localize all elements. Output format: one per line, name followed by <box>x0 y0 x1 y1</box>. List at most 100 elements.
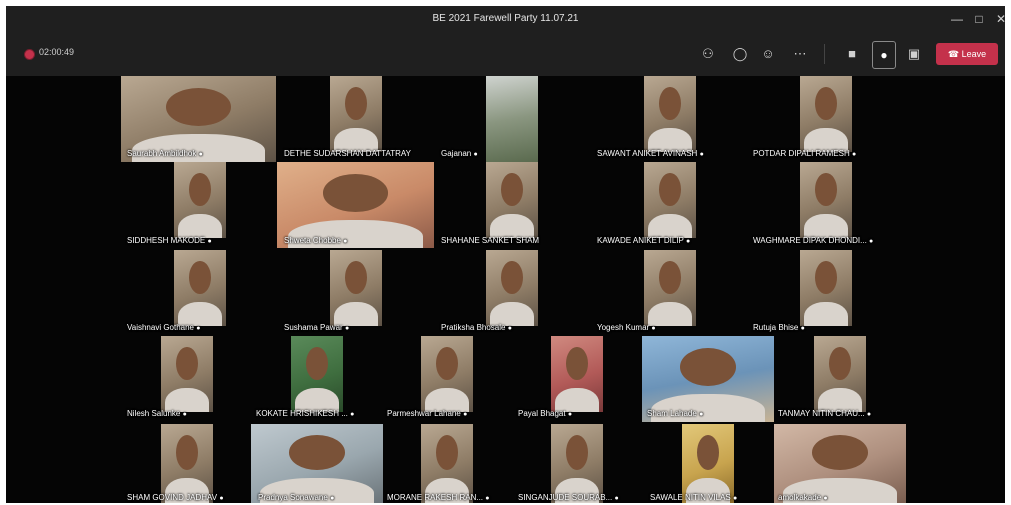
recording-icon <box>24 49 35 60</box>
participants-icon[interactable]: ⚇ <box>698 44 718 64</box>
video-tile[interactable] <box>330 76 382 152</box>
close-icon[interactable]: ✕ <box>990 10 1005 28</box>
meeting-toolbar: 02:00:49 ⚇ ◯ ☺ ⋯ ■ ● ▣ ☎ Leave <box>6 32 1005 76</box>
video-tile[interactable] <box>330 250 382 326</box>
participant-head <box>659 260 681 295</box>
mic-icon: ● <box>852 151 857 158</box>
mic-icon: ● <box>219 495 224 502</box>
participant-name: SINGANJUDE SOURAB... ● <box>518 493 619 502</box>
mic-icon: ● <box>196 325 201 332</box>
leave-label: Leave <box>961 49 987 59</box>
participant-head <box>345 86 367 121</box>
leave-button[interactable]: ☎ Leave <box>936 43 998 65</box>
mic-icon: ● <box>823 495 828 502</box>
participant-name: Saurabh Ambildhok ● <box>127 149 203 158</box>
minimize-icon[interactable]: — <box>946 10 968 28</box>
participant-head <box>501 172 523 207</box>
participant-head <box>436 346 458 381</box>
share-icon[interactable]: ▣ <box>904 44 924 64</box>
mic-icon: ● <box>869 238 874 245</box>
maximize-icon[interactable]: □ <box>968 10 990 28</box>
meeting-timer: 02:00:49 <box>39 47 75 57</box>
participant-head <box>566 435 588 470</box>
video-tile[interactable] <box>486 76 538 162</box>
participant-head <box>815 86 837 121</box>
mic-icon: ● <box>343 238 348 245</box>
participant-head <box>322 174 389 212</box>
participant-head <box>436 435 458 470</box>
video-tile[interactable] <box>486 250 538 326</box>
mic-icon: ● <box>733 495 738 502</box>
participant-head <box>289 435 345 470</box>
mic-icon: ● <box>182 411 187 418</box>
chat-icon[interactable]: ◯ <box>730 44 750 64</box>
video-tile[interactable] <box>800 76 852 152</box>
mic-icon: ● <box>330 495 335 502</box>
mic-icon: ● <box>463 411 468 418</box>
mic-icon: ● <box>507 325 512 332</box>
video-tile[interactable] <box>800 162 852 238</box>
participant-head <box>176 346 198 381</box>
participant-name: Pratiksha Bhosale ● <box>441 323 512 332</box>
participant-name: Gajanan ● <box>441 149 478 158</box>
video-tile[interactable] <box>421 336 473 412</box>
mic-icon: ● <box>685 238 691 245</box>
participant-name: Shweta Chobbe ● <box>284 236 348 245</box>
mic-icon: ● <box>880 48 888 62</box>
participant-name: SAWALE NITIN VILAS ● <box>650 493 738 502</box>
participant-head <box>680 348 736 386</box>
participant-head <box>165 88 232 126</box>
participant-name: Parmeshwar Lahane ● <box>387 409 468 418</box>
mic-icon: ● <box>567 411 573 418</box>
video-tile[interactable] <box>644 162 696 238</box>
participant-head <box>815 172 837 207</box>
camera-off-icon[interactable]: ■ <box>842 44 862 64</box>
participant-head <box>697 435 719 470</box>
reactions-icon[interactable]: ☺ <box>758 44 778 64</box>
mic-icon: ● <box>207 238 212 245</box>
video-tile[interactable] <box>551 336 603 412</box>
participant-name: Sushama Pawar ● <box>284 323 350 332</box>
participant-name: DETHE SUDARSHAN DATTATRAY <box>284 149 411 158</box>
participant-head <box>345 260 367 295</box>
participant-head <box>306 346 328 381</box>
mic-icon: ● <box>651 325 656 332</box>
mic-button[interactable]: ● <box>872 41 896 69</box>
participant-head <box>812 435 868 470</box>
video-tile[interactable] <box>161 336 213 412</box>
participant-head <box>501 260 523 295</box>
participant-name: KAWADE ANIKET DILIP ● <box>597 236 691 245</box>
more-icon[interactable]: ⋯ <box>790 44 810 64</box>
participant-name: KOKATE HRISHIKESH ... ● <box>256 409 355 418</box>
participant-name: amolkakade ● <box>778 493 828 502</box>
participant-head <box>659 172 681 207</box>
video-tile[interactable] <box>800 250 852 326</box>
participant-body <box>803 301 849 326</box>
participant-head <box>829 346 851 381</box>
participant-head <box>189 172 211 207</box>
video-tile[interactable] <box>486 162 538 238</box>
video-tile[interactable] <box>174 162 226 238</box>
mic-icon: ● <box>699 151 704 158</box>
mic-icon: ● <box>344 325 350 332</box>
participant-head <box>659 86 681 121</box>
participant-name: Sham Lahade ● <box>647 409 704 418</box>
mic-icon: ● <box>350 411 355 418</box>
mic-icon: ● <box>800 325 805 332</box>
mic-icon: ● <box>866 411 872 418</box>
participant-name: SIDDHESH MAKODE ● <box>127 236 212 245</box>
video-tile[interactable] <box>814 336 866 412</box>
participant-name: POTDAR DIPALI RAMESH ● <box>753 149 857 158</box>
teams-meeting-window: BE 2021 Farewell Party 11.07.21 — □ ✕ 02… <box>6 6 1005 503</box>
participant-name: Payal Bhagat ● <box>518 409 573 418</box>
participant-name: Yogesh Kumar ● <box>597 323 656 332</box>
mic-icon: ● <box>614 495 619 502</box>
video-tile[interactable] <box>291 336 343 412</box>
video-tile[interactable] <box>644 250 696 326</box>
mic-icon: ● <box>485 495 490 502</box>
toolbar-divider <box>824 44 825 64</box>
participant-name: Rutuja Bhise ● <box>753 323 805 332</box>
video-tile[interactable] <box>644 76 696 152</box>
video-tile[interactable] <box>174 250 226 326</box>
participant-name: Vaishnavi Gothane ● <box>127 323 201 332</box>
